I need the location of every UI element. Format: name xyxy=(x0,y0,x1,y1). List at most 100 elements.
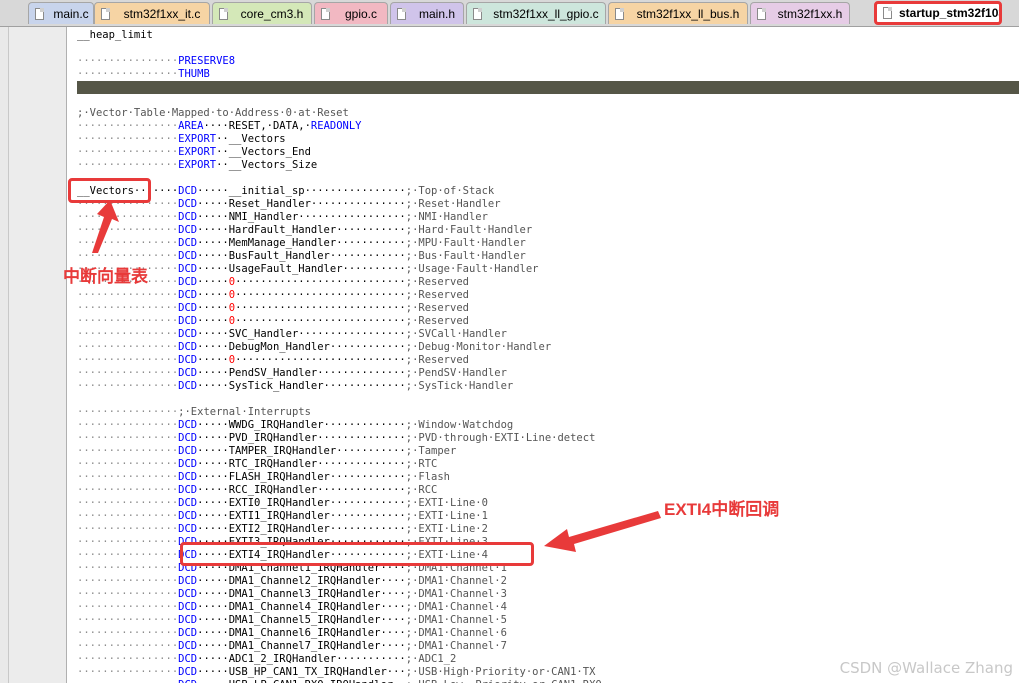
code-token: ················ xyxy=(77,341,179,353)
code-line[interactable]: 91················DCD·····DMA1_Channel3_… xyxy=(67,588,1019,601)
code-line[interactable]: 81················DCD·····RTC_IRQHandler… xyxy=(67,458,1019,471)
code-token: ················ xyxy=(77,575,179,587)
code-line[interactable]: 56················EXPORT··__Vectors xyxy=(67,133,1019,146)
code-token: ················ xyxy=(77,497,179,509)
code-line[interactable]: 52 xyxy=(67,81,1019,94)
tab-stm32f1xx-ll-gpio-c[interactable]: stm32f1xx_ll_gpio.c xyxy=(466,2,606,24)
code-line[interactable]: 62················DCD·····NMI_Handler···… xyxy=(67,211,1019,224)
code-token: ··························· xyxy=(235,315,406,327)
code-line[interactable]: 69················DCD·····0·············… xyxy=(67,302,1019,315)
tab-core-cm3-h[interactable]: core_cm3.h xyxy=(212,2,312,24)
watermark: CSDN @Wallace Zhang xyxy=(839,659,1013,677)
code-line[interactable]: 74················DCD·····PendSV_Handler… xyxy=(67,367,1019,380)
code-line[interactable]: 63················DCD·····HardFault_Hand… xyxy=(67,224,1019,237)
code-token: ················ xyxy=(77,588,179,600)
code-token: ·····FLASH_IRQHandler············ xyxy=(197,471,406,483)
tab-startup-stm32f103xb-s[interactable]: startup_stm32f103xb.s xyxy=(874,1,1002,25)
code-text: ················DCD·····SVC_Handler·····… xyxy=(77,328,507,341)
keyword-token: EXPORT xyxy=(178,159,217,171)
code-line[interactable]: 76 xyxy=(67,393,1019,406)
comment-token: ;·Reserved xyxy=(405,276,469,288)
code-text: ;·Vector·Table·Mapped·to·Address·0·at·Re… xyxy=(77,107,349,120)
code-line[interactable]: 73················DCD·····0·············… xyxy=(67,354,1019,367)
code-line[interactable]: 78················DCD·····WWDG_IRQHandle… xyxy=(67,419,1019,432)
code-line[interactable]: 65················DCD·····BusFault_Handl… xyxy=(67,250,1019,263)
tab-gpio-c[interactable]: gpio.c xyxy=(314,2,388,24)
code-token: ·····DMA1_Channel2_IRQHandler···· xyxy=(197,575,406,587)
code-line[interactable]: 92················DCD·····DMA1_Channel4_… xyxy=(67,601,1019,614)
code-line[interactable]: 64················DCD·····MemManage_Hand… xyxy=(67,237,1019,250)
tab-main-h[interactable]: main.h xyxy=(390,2,464,24)
code-line[interactable]: 75················DCD·····SysTick_Handle… xyxy=(67,380,1019,393)
code-line[interactable]: 85················DCD·····EXTI1_IRQHandl… xyxy=(67,510,1019,523)
keyword-token: DCD xyxy=(178,471,198,483)
code-line[interactable]: 61················DCD·····Reset_Handler·… xyxy=(67,198,1019,211)
code-text: ················DCD·····TAMPER_IRQHandle… xyxy=(77,445,456,458)
code-token: ·····HardFault_Handler··········· xyxy=(197,224,406,236)
tab-stm32f1xx-it-c[interactable]: stm32f1xx_it.c xyxy=(94,2,210,24)
code-line[interactable]: 80················DCD·····TAMPER_IRQHand… xyxy=(67,445,1019,458)
code-line[interactable]: 70················DCD·····0·············… xyxy=(67,315,1019,328)
code-text: ················DCD·····ADC1_2_IRQHandle… xyxy=(77,653,456,666)
code-line[interactable]: 59 xyxy=(67,172,1019,185)
code-line[interactable]: 86················DCD·····EXTI2_IRQHandl… xyxy=(67,523,1019,536)
code-line[interactable]: 77················;·External·Interrupts xyxy=(67,406,1019,419)
code-token: ·····SysTick_Handler············· xyxy=(197,380,406,392)
code-token: ················ xyxy=(77,679,178,683)
code-line[interactable]: 82················DCD·····FLASH_IRQHandl… xyxy=(67,471,1019,484)
tab-label: stm32f1xx_ll_gpio.c xyxy=(493,7,599,21)
code-line[interactable]: 95················DCD·····DMA1_Channel7_… xyxy=(67,640,1019,653)
code-token: ·····DMA1_Channel6_IRQHandler···· xyxy=(197,627,406,639)
code-line[interactable]: 90················DCD·····DMA1_Channel2_… xyxy=(67,575,1019,588)
code-line[interactable]: 60__Vectors·······DCD·····__initial_sp··… xyxy=(67,185,1019,198)
tab-stm32f1xx-h[interactable]: stm32f1xx.h xyxy=(750,2,850,24)
code-line[interactable]: 98················DCD·····USB_LP_CAN1_RX… xyxy=(67,679,1019,683)
code-line[interactable]: 94················DCD·····DMA1_Channel6_… xyxy=(67,627,1019,640)
keyword-token: THUMB xyxy=(178,68,210,80)
code-line[interactable]: 67················DCD·····0·············… xyxy=(67,276,1019,289)
comment-token: ;·Tamper xyxy=(405,445,457,457)
code-token: ··__Vectors_Size xyxy=(216,159,318,171)
tab-stm32f1xx-ll-bus-h[interactable]: stm32f1xx_ll_bus.h xyxy=(608,2,748,24)
comment-token: ;·Usage·Fault·Handler xyxy=(405,263,539,275)
code-text: ················DCD·····DebugMon_Handler… xyxy=(77,341,551,354)
file-icon xyxy=(35,8,44,20)
code-token: ·····USB_HP_CAN1_TX_IRQHandler··· xyxy=(197,666,406,678)
tab-label: gpio.c xyxy=(344,7,378,21)
code-line[interactable]: 71················DCD·····SVC_Handler···… xyxy=(67,328,1019,341)
code-text: ················EXPORT··__Vectors_Size xyxy=(77,159,317,172)
code-line[interactable]: 53 xyxy=(67,94,1019,107)
code-line[interactable]: 50················PRESERVE8 xyxy=(67,55,1019,68)
code-token: ················ xyxy=(77,523,179,535)
code-line[interactable]: 48__heap_limit xyxy=(67,29,1019,42)
code-token: ·····EXTI0_IRQHandler············ xyxy=(197,497,406,509)
code-token: ·····RCC_IRQHandler·············· xyxy=(197,484,406,496)
code-text: ················DCD·····EXTI2_IRQHandler… xyxy=(77,523,488,536)
comment-token: ;·RCC xyxy=(405,484,438,496)
code-token: ·····BusFault_Handler············ xyxy=(197,250,406,262)
code-line[interactable]: 93················DCD·····DMA1_Channel5_… xyxy=(67,614,1019,627)
code-token: ·····__initial_sp················ xyxy=(197,185,406,197)
breakpoint-gutter[interactable] xyxy=(0,27,9,683)
code-line[interactable]: 58················EXPORT··__Vectors_Size xyxy=(67,159,1019,172)
code-line[interactable]: 49 xyxy=(67,42,1019,55)
code-text: ················DCD·····0···············… xyxy=(77,354,469,367)
comment-token: ;·Flash xyxy=(405,471,451,483)
code-line[interactable]: 84················DCD·····EXTI0_IRQHandl… xyxy=(67,497,1019,510)
code-line[interactable]: 79················DCD·····PVD_IRQHandler… xyxy=(67,432,1019,445)
tab-main-c[interactable]: main.c xyxy=(28,2,94,24)
code-editor[interactable]: 48__heap_limit4950················PRESER… xyxy=(67,27,1019,683)
code-line[interactable]: 66················DCD·····UsageFault_Han… xyxy=(67,263,1019,276)
code-line[interactable]: 55················AREA····RESET,·DATA,·R… xyxy=(67,120,1019,133)
code-line[interactable]: 72················DCD·····DebugMon_Handl… xyxy=(67,341,1019,354)
code-line[interactable]: 54;·Vector·Table·Mapped·to·Address·0·at·… xyxy=(67,107,1019,120)
code-line[interactable]: 68················DCD·····0·············… xyxy=(67,289,1019,302)
comment-token: ;·Hard·Fault·Handler xyxy=(405,224,533,236)
keyword-token: AREA xyxy=(178,120,204,132)
code-line[interactable]: 51················THUMB xyxy=(67,68,1019,81)
code-line[interactable]: 57················EXPORT··__Vectors_End xyxy=(67,146,1019,159)
comment-token: ;·Reserved xyxy=(405,302,469,314)
code-token: ·····WWDG_IRQHandler············· xyxy=(197,419,406,431)
comment-token: ;·Reserved xyxy=(405,315,469,327)
code-line[interactable]: 83················DCD·····RCC_IRQHandler… xyxy=(67,484,1019,497)
